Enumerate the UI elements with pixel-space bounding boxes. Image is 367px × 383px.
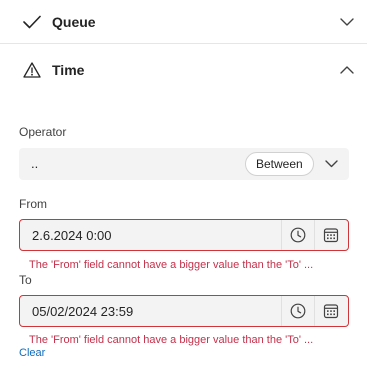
from-date-value: 2.6.2024 0:00	[32, 228, 112, 243]
to-error-message: The 'From' field cannot have a bigger va…	[29, 334, 314, 346]
from-label: From	[19, 197, 47, 211]
from-date-input[interactable]: 2.6.2024 0:00	[19, 219, 349, 251]
section-time-title: Time	[52, 62, 85, 78]
to-date-value: 05/02/2024 23:59	[32, 304, 134, 319]
calendar-icon[interactable]	[314, 296, 346, 326]
clock-icon[interactable]	[281, 220, 313, 250]
operator-label: Operator	[19, 125, 67, 139]
operator-badge: Between	[245, 152, 314, 176]
chevron-up-icon[interactable]	[339, 62, 355, 78]
to-date-input[interactable]: 05/02/2024 23:59	[19, 295, 349, 327]
warning-icon	[23, 61, 41, 79]
from-error-message: The 'From' field cannot have a bigger va…	[29, 259, 314, 271]
chevron-down-icon[interactable]	[339, 14, 355, 30]
operator-select[interactable]: .. Between	[19, 148, 349, 180]
section-queue-title: Queue	[52, 13, 96, 30]
section-queue-header[interactable]: Queue	[0, 0, 367, 44]
calendar-icon[interactable]	[314, 220, 346, 250]
chevron-down-icon[interactable]	[323, 156, 339, 172]
operator-value: ..	[31, 156, 39, 171]
section-time-header[interactable]: Time	[0, 45, 367, 95]
filter-panel: Queue Time Operator .. Between From 2.6.…	[0, 0, 367, 383]
clock-icon[interactable]	[281, 296, 313, 326]
clear-link[interactable]: Clear	[19, 347, 45, 359]
to-label: To	[19, 273, 32, 287]
checkmark-icon	[23, 13, 41, 31]
